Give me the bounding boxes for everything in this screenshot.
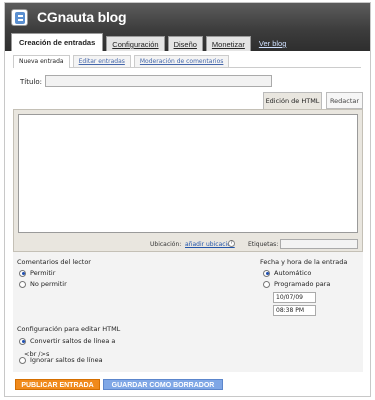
tab-redactar[interactable]: Redactar [326,92,363,109]
comments-allow-radio[interactable] [19,269,26,277]
comments-allow-label: Permitir [30,269,56,277]
view-blog-link[interactable]: Ver blog [254,36,292,51]
tags-input[interactable] [280,239,358,249]
schedule-programmed-label: Programado para [274,280,331,288]
convert-breaks-radio[interactable] [19,337,26,345]
subtab-editar-entradas[interactable]: Editar entradas [72,55,131,67]
location-label: Ubicación: [150,241,182,248]
ignore-breaks-radio[interactable] [19,356,26,364]
title-label: Título: [20,78,42,86]
schedule-auto-label: Automático [274,269,312,277]
comments-allow-option[interactable]: Permitir [19,269,55,277]
schedule-programmed-radio[interactable] [263,280,270,288]
tab-creacion-entradas[interactable]: Creación de entradas [11,33,104,51]
tab-monetizar[interactable]: Monetizar [205,36,251,51]
tab-edicion-html[interactable]: Edición de HTML [263,92,322,109]
tags-label: Etiquetas: [248,241,279,248]
blogger-editor-window: CGnauta blog Creación de entradas Config… [4,2,371,397]
blog-title: CGnauta blog [37,9,127,25]
schedule-heading: Fecha y hora de la entrada [260,258,348,266]
tab-configuracion[interactable]: Configuración [106,36,165,51]
subtab-moderacion[interactable]: Moderación de comentarios [133,55,230,67]
convert-breaks-option[interactable]: Convertir saltos de línea a [19,337,115,345]
comments-heading: Comentarios del lector [17,258,91,266]
header-bar: CGnauta blog Creación de entradas Config… [5,3,370,51]
ignore-breaks-label: Ignorar saltos de línea [30,356,103,364]
title-input[interactable] [45,75,272,87]
schedule-auto-option[interactable]: Automático [263,269,311,277]
schedule-time-input[interactable]: 08:38 PM [273,305,316,316]
comments-deny-radio[interactable] [19,280,26,288]
post-options-panel: Comentarios del lector Permitir No permi… [13,252,363,372]
main-tabs: Creación de entradas Configuración Diseñ… [11,33,294,51]
ignore-breaks-option[interactable]: Ignorar saltos de línea [19,356,103,364]
schedule-programmed-option[interactable]: Programado para [263,280,330,288]
blogger-logo-icon[interactable] [11,9,28,26]
convert-breaks-label: Convertir saltos de línea a [30,337,116,345]
editor-panel: Ubicación: añadir ubicación ? Etiquetas: [13,109,363,252]
comments-deny-label: No permitir [30,280,67,288]
schedule-date-input[interactable]: 10/07/09 [273,292,316,303]
subtab-nueva-entrada[interactable]: Nueva entrada [13,55,70,68]
post-body-textarea[interactable] [18,114,358,233]
sub-tabs: Nueva entrada Editar entradas Moderación… [13,55,361,68]
comments-deny-option[interactable]: No permitir [19,280,67,288]
schedule-auto-radio[interactable] [263,269,270,277]
save-draft-button[interactable]: GUARDAR COMO BORRADOR [103,379,223,390]
tab-diseno[interactable]: Diseño [167,36,203,51]
html-config-heading: Configuración para editar HTML [17,325,121,333]
publish-button[interactable]: PUBLICAR ENTRADA [15,379,100,390]
help-icon[interactable]: ? [228,240,235,247]
